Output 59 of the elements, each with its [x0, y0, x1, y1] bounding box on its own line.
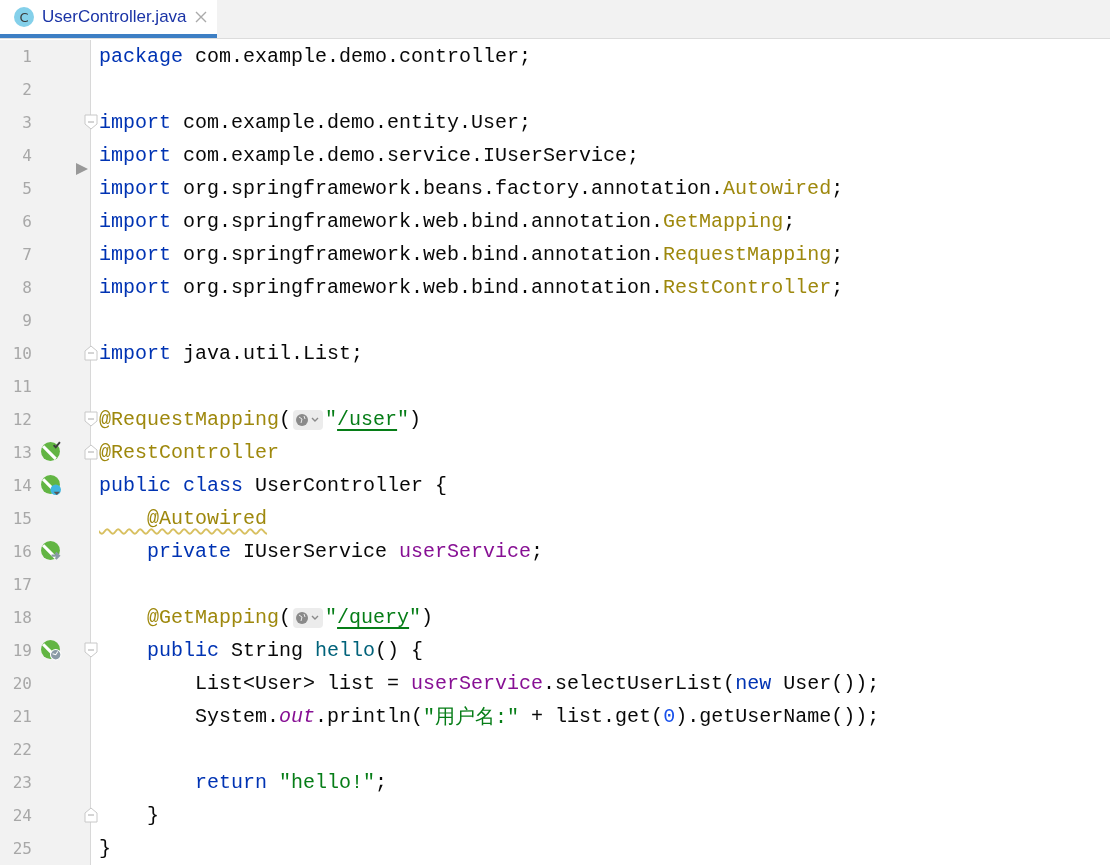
fold-marker-icon[interactable]: [84, 411, 98, 427]
spring-bean-class-icon[interactable]: [40, 474, 62, 496]
line-number: 15: [11, 509, 32, 528]
code-line: import org.springframework.web.bind.annotation.RequestMapping;: [98, 243, 844, 266]
line-number: 14: [11, 476, 32, 495]
fold-marker-icon[interactable]: [84, 114, 98, 130]
code-line: public String hello() {: [146, 639, 424, 662]
file-tab[interactable]: C UserController.java: [0, 0, 217, 38]
code-line: import org.springframework.web.bind.annotation.RestController;: [98, 276, 844, 299]
code-line: private IUserService userService;: [146, 540, 544, 563]
fold-marker-icon[interactable]: [84, 807, 98, 823]
line-number: 22: [11, 740, 32, 759]
fold-marker-icon[interactable]: [84, 642, 98, 658]
line-number: 11: [11, 377, 32, 396]
code-line: return "hello!";: [194, 771, 388, 794]
fold-marker-icon[interactable]: [84, 345, 98, 361]
code-line: import com.example.demo.service.IUserService;: [98, 144, 640, 167]
code-line: @GetMapping( "/query"): [146, 606, 434, 629]
line-number: 24: [11, 806, 32, 825]
line-number: 1: [21, 47, 32, 66]
code-line: import com.example.demo.entity.User;: [98, 111, 532, 134]
line-number: 2: [21, 80, 32, 99]
code-line: import java.util.List;: [98, 342, 364, 365]
spring-bean-globe-icon[interactable]: [40, 639, 62, 661]
code-line: package com.example.demo.controller;: [98, 45, 532, 68]
code-line: import org.springframework.beans.factory.annotation.Autowired;: [98, 177, 844, 200]
code-line: public class UserController {: [98, 474, 448, 497]
line-number: 13: [11, 443, 32, 462]
line-number: 16: [11, 542, 32, 561]
line-number: 7: [21, 245, 32, 264]
line-number: 8: [21, 278, 32, 297]
line-number: 17: [11, 575, 32, 594]
url-globe-icon[interactable]: [293, 409, 324, 430]
expand-triangle-icon[interactable]: [75, 162, 89, 176]
line-number: 3: [21, 113, 32, 132]
code-line: @RestController: [98, 441, 280, 464]
line-number: 9: [21, 311, 32, 330]
line-number: 5: [21, 179, 32, 198]
code-line: System.out.println("用户名:" + list.get(0).getUserName());: [194, 704, 880, 730]
code-line: }: [146, 804, 159, 827]
line-number: 19: [11, 641, 32, 660]
line-number: 23: [11, 773, 32, 792]
line-number: 6: [21, 212, 32, 231]
code-line: }: [98, 837, 111, 860]
close-icon[interactable]: [194, 11, 207, 23]
line-number: 12: [11, 410, 32, 429]
line-number: 21: [11, 707, 32, 726]
line-number: 25: [11, 839, 32, 858]
line-number: 20: [11, 674, 32, 693]
class-icon: C: [14, 7, 34, 27]
spring-bean-check-icon[interactable]: [40, 441, 62, 463]
line-number: 18: [11, 608, 32, 627]
line-number: 4: [21, 146, 32, 165]
fold-marker-icon[interactable]: [84, 444, 98, 460]
line-number: 10: [11, 344, 32, 363]
code-line: List<User> list = userService.selectUserList(new User());: [194, 672, 880, 695]
code-line: import org.springframework.web.bind.annotation.GetMapping;: [98, 210, 796, 233]
code-line: @Autowired: [146, 507, 268, 530]
url-globe-icon[interactable]: [293, 607, 324, 628]
